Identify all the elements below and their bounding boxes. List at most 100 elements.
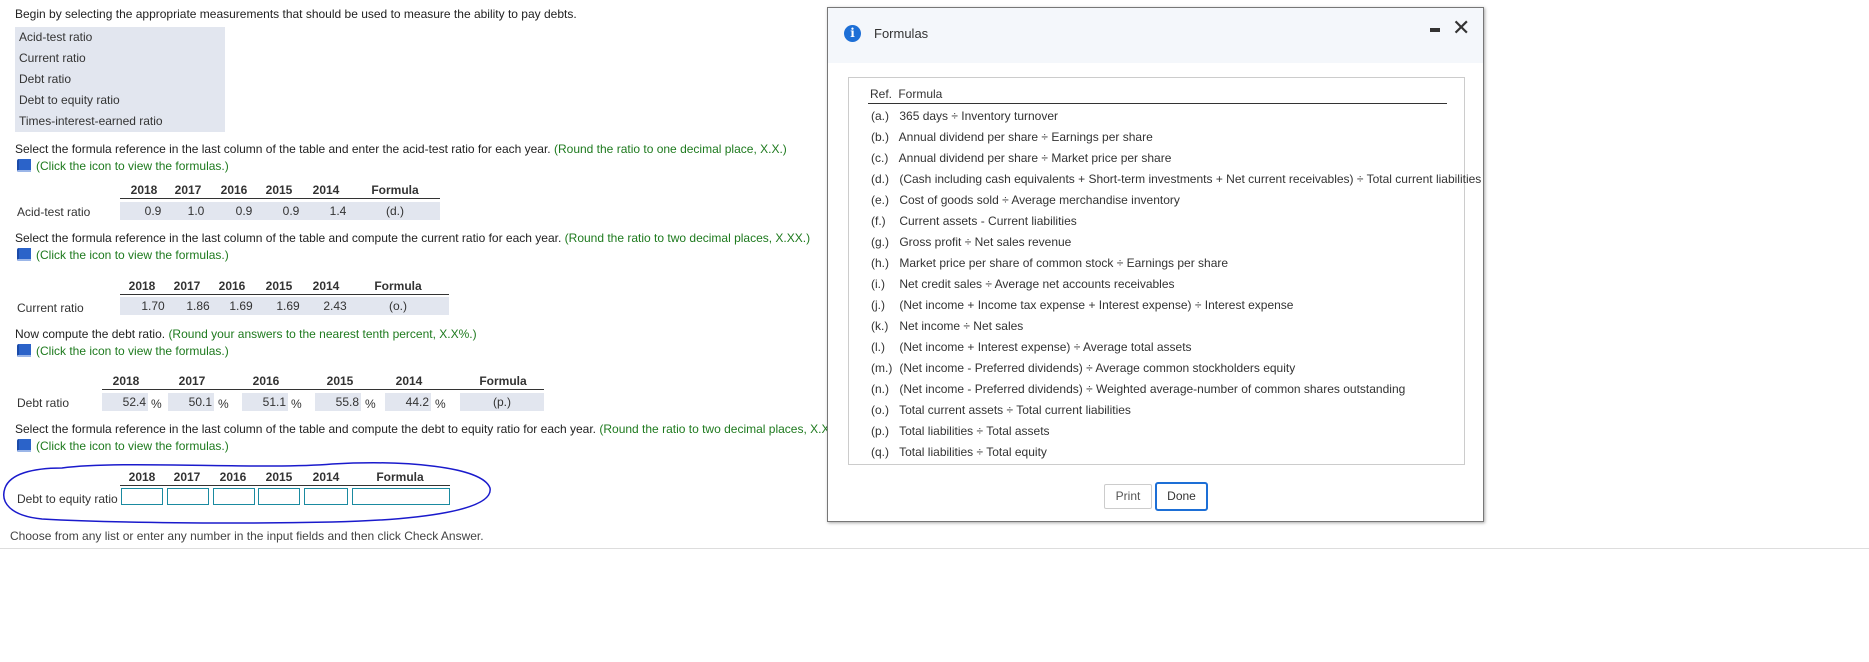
formula-header: Formula [479, 374, 527, 388]
formula-ref: (o.) [871, 403, 889, 417]
question-debt-ratio: Now compute the debt ratio. (Round your … [15, 327, 477, 341]
footer-divider [0, 548, 1869, 549]
formula-text: (Net income - Preferred dividends) ÷ Ave… [899, 361, 1296, 375]
book-icon[interactable] [16, 438, 33, 453]
measurement-list: Acid-test ratio Current ratio Debt ratio… [15, 27, 225, 132]
formula-header-divider [868, 103, 1447, 104]
formula-row: (l.) (Net income + Interest expense) ÷ A… [871, 337, 1192, 358]
year-header: 2016 [220, 183, 248, 197]
formula-text: Net credit sales ÷ Average net accounts … [899, 277, 1175, 291]
formula-link[interactable]: (Click the icon to view the formulas.) [16, 438, 229, 453]
formula-ref: (n.) [871, 382, 889, 396]
formula-text: (Net income + Interest expense) ÷ Averag… [899, 340, 1192, 354]
formula-text: Current assets - Current liabilities [899, 214, 1077, 228]
table-cell: 55.8 [335, 395, 359, 409]
formula-list-box: Ref. Formula (a.) 365 days ÷ Inventory t… [848, 77, 1481, 465]
done-button[interactable]: Done [1155, 482, 1208, 511]
table-cell: 0.9 [144, 204, 162, 218]
formula-ref: (f.) [871, 214, 886, 228]
formula-cell[interactable]: (o.) [358, 299, 438, 313]
year-header: 2017 [173, 279, 201, 293]
table-cell: 1.70 [141, 299, 165, 313]
year-header: 2015 [265, 279, 293, 293]
percent-sign: % [151, 397, 162, 411]
formula-row: (j.) (Net income + Income tax expense + … [871, 295, 1293, 316]
info-icon: i [844, 25, 861, 42]
formulas-dialog: i Formulas ✕ Ref. Formula (a.) 365 days … [827, 7, 1484, 522]
year-header: 2015 [326, 374, 354, 388]
measurement-item[interactable]: Acid-test ratio [15, 27, 225, 48]
formula-ref: (g.) [871, 235, 889, 249]
table-cell: 1.0 [187, 204, 205, 218]
year-header: 2014 [395, 374, 423, 388]
year-header: 2018 [112, 374, 140, 388]
formula-row: (h.) Market price per share of common st… [871, 253, 1228, 274]
formula-list-header: Ref. Formula [870, 87, 943, 101]
book-icon[interactable] [16, 158, 33, 173]
row-label: Current ratio [17, 301, 84, 315]
table-cell: 44.2 [405, 395, 429, 409]
formula-text: Total liabilities ÷ Total equity [899, 445, 1047, 459]
formula-text: Total liabilities ÷ Total assets [899, 424, 1050, 438]
formula-row: (n.) (Net income - Preferred dividends) … [871, 379, 1405, 400]
formula-text: Annual dividend per share ÷ Earnings per… [898, 130, 1153, 144]
formula-link[interactable]: (Click the icon to view the formulas.) [16, 343, 229, 358]
formula-row: (d.) (Cash including cash equivalents + … [871, 169, 1481, 190]
footer-instruction: Choose from any list or enter any number… [10, 529, 484, 543]
formula-row: (q.) Total liabilities ÷ Total equity [871, 442, 1047, 463]
intro-text: Begin by selecting the appropriate measu… [15, 7, 577, 21]
year-header: 2015 [265, 183, 293, 197]
table-cell: 0.9 [282, 204, 300, 218]
formula-row: (o.) Total current assets ÷ Total curren… [871, 400, 1131, 421]
formula-ref: (a.) [871, 109, 889, 123]
close-icon[interactable]: ✕ [1452, 17, 1470, 39]
formula-cell[interactable]: (d.) [355, 204, 435, 218]
year-header: 2018 [130, 183, 158, 197]
header-divider [120, 198, 440, 199]
dialog-title: Formulas [874, 26, 929, 41]
measurement-item[interactable]: Debt to equity ratio [15, 90, 225, 111]
formula-text: 365 days ÷ Inventory turnover [899, 109, 1059, 123]
measurement-item[interactable]: Debt ratio [15, 69, 225, 90]
formula-text: Cost of goods sold ÷ Average merchandise… [899, 193, 1180, 207]
formula-text: Gross profit ÷ Net sales revenue [899, 235, 1072, 249]
formula-text: (Cash including cash equivalents + Short… [899, 172, 1482, 186]
formula-ref: (b.) [871, 130, 889, 144]
formula-row: (c.) Annual dividend per share ÷ Market … [871, 148, 1171, 169]
table-cell: 1.69 [276, 299, 300, 313]
book-icon[interactable] [16, 343, 33, 358]
book-icon[interactable] [16, 247, 33, 262]
table-cell: 50.1 [188, 395, 212, 409]
formula-ref: (l.) [871, 340, 885, 354]
year-header: 2017 [178, 374, 206, 388]
formula-ref: (e.) [871, 193, 889, 207]
print-button[interactable]: Print [1104, 484, 1152, 509]
formula-text: Market price per share of common stock ÷… [899, 256, 1229, 270]
formula-text: (Net income + Income tax expense + Inter… [899, 298, 1294, 312]
year-header: 2014 [312, 183, 340, 197]
year-header: 2016 [252, 374, 280, 388]
year-header: 2014 [312, 279, 340, 293]
formula-cell[interactable]: (p.) [460, 395, 544, 409]
measurement-item[interactable]: Times-interest-earned ratio [15, 111, 225, 132]
question-current-ratio: Select the formula reference in the last… [15, 231, 811, 245]
formula-ref: (h.) [871, 256, 889, 270]
dialog-header: i Formulas ✕ [828, 8, 1483, 63]
percent-sign: % [365, 397, 376, 411]
header-divider [102, 389, 544, 390]
year-header: 2018 [128, 279, 156, 293]
formula-row: (g.) Gross profit ÷ Net sales revenue [871, 232, 1071, 253]
formula-link[interactable]: (Click the icon to view the formulas.) [16, 247, 229, 262]
row-label: Debt ratio [17, 396, 70, 410]
table-cell: 1.86 [186, 299, 210, 313]
formula-row: (p.) Total liabilities ÷ Total assets [871, 421, 1050, 442]
formula-header: Formula [371, 183, 419, 197]
measurement-item[interactable]: Current ratio [15, 48, 225, 69]
formula-text: Total current assets ÷ Total current lia… [899, 403, 1131, 417]
minimize-icon[interactable] [1430, 28, 1440, 32]
formula-link[interactable]: (Click the icon to view the formulas.) [16, 158, 229, 173]
header-divider [120, 294, 449, 295]
row-label: Acid-test ratio [17, 205, 91, 219]
annotation-circle [3, 462, 491, 524]
year-header: 2017 [174, 183, 202, 197]
